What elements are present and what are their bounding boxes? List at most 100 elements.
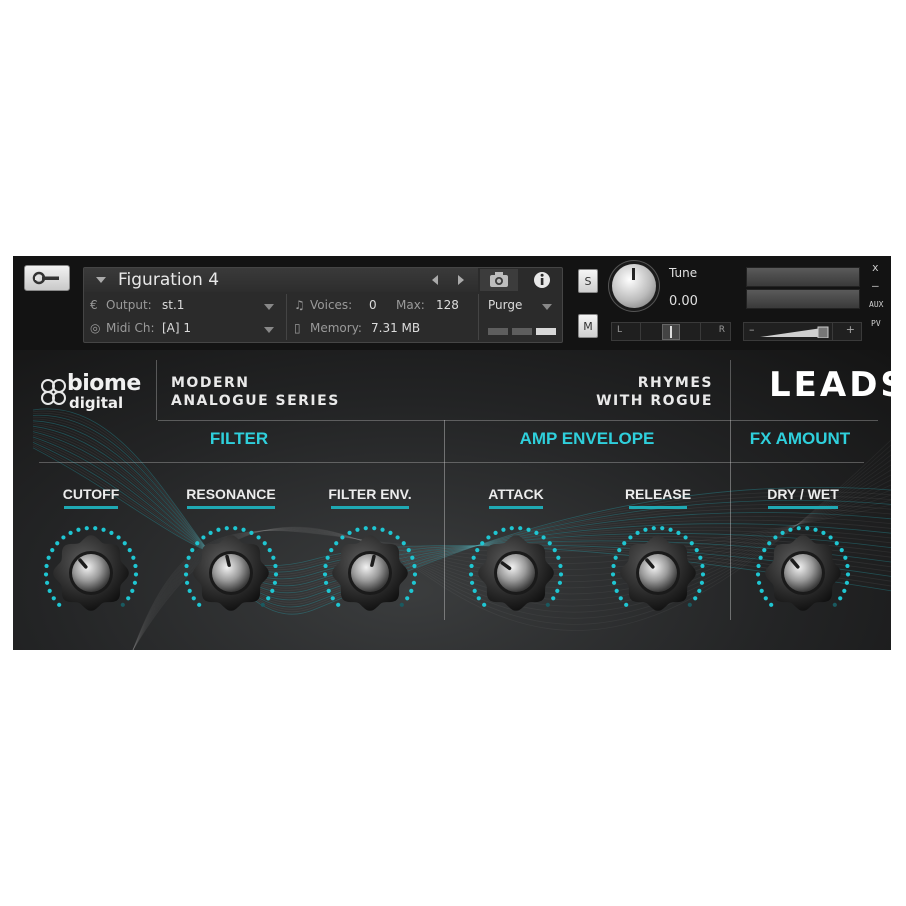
max-voices-value[interactable]: 128 (436, 298, 459, 312)
knob-dot (323, 563, 328, 569)
knob-underline (489, 506, 543, 509)
pan-slider[interactable]: L R (611, 322, 731, 341)
filter-env-knob[interactable] (320, 523, 420, 623)
section-title-filter: FILTER (209, 429, 269, 448)
knob-dot (224, 526, 229, 531)
knob-graphic (610, 526, 706, 611)
pv-button[interactable]: PV (871, 319, 881, 328)
knob-dot (249, 530, 254, 536)
knob-dot (388, 530, 393, 536)
knob-dot (759, 588, 764, 593)
knob-dot (844, 580, 850, 585)
instrument-menu-icon[interactable] (96, 277, 106, 283)
purge-dropdown-icon[interactable] (542, 304, 552, 310)
knob-dot (406, 547, 411, 553)
pan-handle[interactable] (662, 324, 680, 340)
aux-button[interactable]: AUX (869, 300, 883, 309)
knob-dot (545, 602, 550, 607)
minimize-button[interactable]: – (872, 279, 879, 292)
next-instrument-icon[interactable] (458, 275, 464, 285)
biome-digital-logo: biome digital (39, 370, 157, 414)
knob-dot (184, 563, 189, 569)
solo-button[interactable]: S (578, 269, 598, 293)
knob-dot (347, 530, 352, 536)
voices-value: 0 (369, 298, 377, 312)
resonance-knob[interactable] (181, 523, 281, 623)
knob-dot (547, 541, 552, 546)
knob-underline (187, 506, 275, 509)
instrument-name[interactable]: Figuration 4 (118, 270, 219, 290)
midi-icon: ◎ (90, 321, 101, 335)
knob-dot (660, 526, 665, 531)
knob-dot (617, 547, 622, 553)
close-button[interactable]: x (872, 261, 879, 274)
output-dropdown-icon[interactable] (264, 304, 274, 310)
knob-dot (687, 602, 692, 607)
series-line1: MODERN (171, 375, 250, 391)
snapshot-button[interactable] (480, 269, 518, 291)
tune-value[interactable]: 0.00 (669, 294, 698, 309)
knob-dot (405, 596, 410, 601)
tune-knob[interactable] (612, 264, 656, 308)
knob-dot (698, 555, 703, 560)
volume-minus: – (749, 323, 755, 336)
attack-knob[interactable] (466, 523, 566, 623)
dry-wet-knob[interactable] (753, 523, 853, 623)
knob-dot (272, 580, 278, 585)
level-meter-left (746, 267, 860, 287)
knob-dot (635, 530, 640, 536)
pan-left-label: L (617, 325, 623, 335)
knob-dot (482, 602, 487, 607)
midi-dropdown-icon[interactable] (264, 327, 274, 333)
knob-dot (256, 535, 261, 540)
purge-bar (512, 328, 532, 335)
knob-dot (558, 572, 564, 577)
voices-label: Voices: (310, 298, 353, 312)
knob-underline (629, 506, 687, 509)
knob-dot (471, 555, 476, 560)
knob-dot (184, 580, 190, 585)
knob-dot (518, 526, 523, 531)
knob-dot (330, 596, 335, 601)
knob-dot (557, 580, 563, 585)
knob-graphic (468, 526, 564, 611)
volume-slider[interactable]: – + (743, 322, 862, 341)
knob-dot (133, 572, 139, 577)
output-value[interactable]: st.1 (162, 298, 184, 312)
camera-icon (490, 272, 508, 287)
preset-line1: RHYMES (637, 375, 713, 391)
tune-knob-indicator (632, 268, 635, 280)
knob-dot (57, 602, 62, 607)
info-button[interactable] (524, 269, 560, 291)
section-rule (39, 462, 864, 463)
knob-dot (773, 535, 778, 540)
knob-dot (130, 588, 135, 593)
settings-button[interactable] (24, 265, 70, 291)
voices-icon: ♫ (294, 298, 305, 312)
knob-dot (340, 535, 345, 540)
purge-menu[interactable]: Purge (488, 298, 522, 312)
wrench-icon (32, 271, 59, 285)
knob-dot (694, 547, 699, 553)
cutoff-knob[interactable] (41, 523, 141, 623)
prev-instrument-icon[interactable] (432, 275, 438, 285)
logo-line2: digital (69, 394, 124, 412)
knob-cap (351, 554, 389, 592)
logo-line1: biome (67, 371, 141, 396)
release-knob[interactable] (608, 523, 708, 623)
knob-dot (195, 541, 200, 546)
kontakt-instrument: Figuration 4 € Output: st.1 ♫ Voices: 0 … (13, 256, 891, 650)
midi-channel-value[interactable]: [A] 1 (162, 321, 191, 335)
knob-dot (122, 541, 127, 546)
knob-dot (788, 527, 793, 532)
knob-dot (551, 596, 556, 601)
knob-dot (534, 530, 539, 536)
mute-button[interactable]: M (578, 314, 598, 338)
knob-dot (828, 535, 833, 540)
output-icon: € (90, 298, 98, 312)
knob-dot (693, 596, 698, 601)
knob-label-filter-env: FILTER ENV. (328, 486, 412, 502)
knob-dot (395, 535, 400, 540)
knob-dot (839, 547, 844, 553)
knob-underline (64, 506, 118, 509)
